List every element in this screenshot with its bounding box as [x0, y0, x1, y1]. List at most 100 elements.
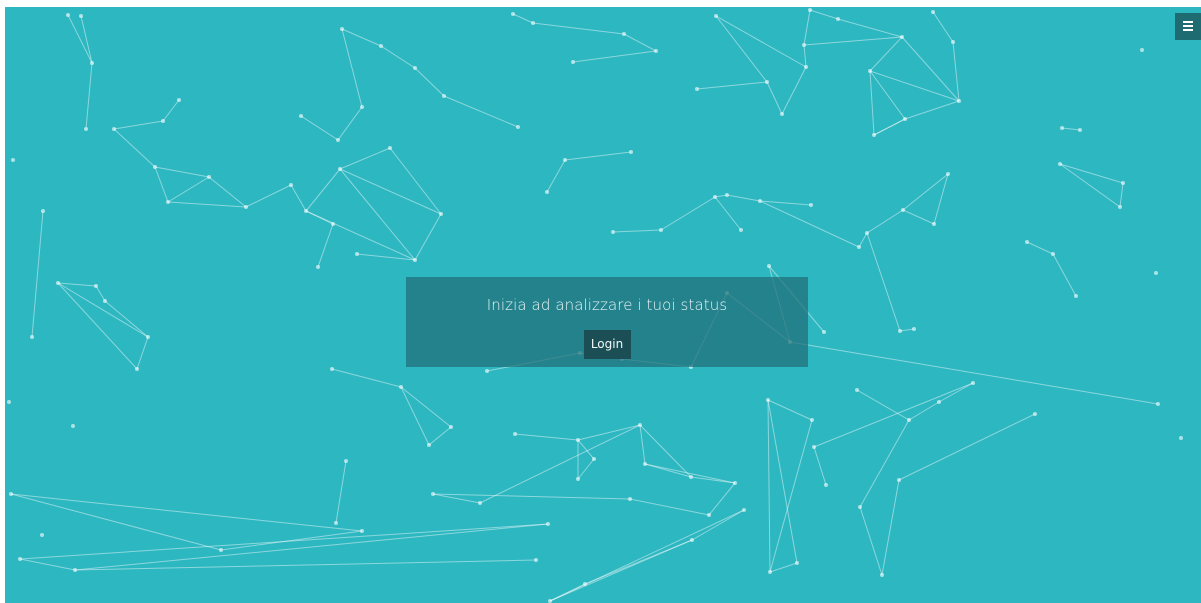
- particle-link: [639, 424, 692, 478]
- particle-link: [639, 424, 646, 465]
- particle-dot: [1078, 128, 1082, 132]
- particle-dot: [571, 60, 575, 64]
- particle-dot: [71, 424, 75, 428]
- particle-link: [113, 128, 156, 168]
- particle-link: [57, 282, 138, 370]
- login-panel: Inizia ad analizzare i tuoi status Login: [406, 277, 808, 367]
- particle-dot: [654, 49, 658, 53]
- particle-link: [767, 399, 771, 573]
- particle-link: [938, 382, 974, 403]
- particle-dot: [713, 195, 717, 199]
- particle-dot: [344, 459, 348, 463]
- particle-dot: [331, 222, 335, 226]
- particle-link: [1119, 182, 1124, 208]
- particle-dot: [546, 522, 550, 526]
- particle-link: [339, 168, 442, 215]
- menu-toggle-button[interactable]: [1175, 13, 1201, 40]
- particle-dot: [872, 133, 876, 137]
- particle-link: [660, 196, 716, 231]
- particle-link: [577, 439, 595, 460]
- particle-dot: [103, 299, 107, 303]
- particle-dot: [1033, 412, 1037, 416]
- particle-dot: [531, 21, 535, 25]
- particle-dot: [548, 599, 552, 603]
- particle-link: [136, 336, 149, 370]
- particle-link: [339, 168, 416, 261]
- particle-link: [577, 424, 641, 441]
- particle-link: [859, 419, 910, 508]
- particle-dot: [780, 112, 784, 116]
- particle-dot: [629, 150, 633, 154]
- particle-dot: [802, 43, 806, 47]
- particle-dot: [809, 203, 813, 207]
- particle-link: [612, 229, 662, 233]
- particle-link: [57, 282, 97, 287]
- particle-dot: [90, 61, 94, 65]
- particle-dot: [725, 193, 729, 197]
- particle-dot: [912, 327, 916, 331]
- particle-link: [400, 386, 452, 428]
- particle-link: [389, 147, 442, 215]
- particle-dot: [545, 190, 549, 194]
- particle-link: [715, 15, 768, 83]
- particle-link: [813, 446, 827, 486]
- particle-link: [514, 433, 579, 441]
- particle-link: [95, 285, 106, 302]
- particle-dot: [824, 483, 828, 487]
- particle-dot: [901, 208, 905, 212]
- particle-dot: [907, 418, 911, 422]
- particle-dot: [822, 330, 826, 334]
- particle-dot: [767, 264, 771, 268]
- particle-dot: [714, 14, 718, 18]
- particle-link: [414, 213, 442, 261]
- particle-link: [869, 70, 906, 120]
- particle-dot: [583, 582, 587, 586]
- particle-link: [154, 166, 169, 203]
- particle-dot: [592, 457, 596, 461]
- particle-dot: [388, 146, 392, 150]
- particle-link: [866, 232, 901, 332]
- particle-link: [356, 253, 416, 261]
- particle-dot: [413, 66, 417, 70]
- particle-link: [300, 115, 339, 141]
- particle-link: [432, 493, 631, 500]
- particle-link: [19, 558, 76, 571]
- particle-link: [759, 200, 860, 248]
- particle-link: [1059, 163, 1124, 184]
- particle-dot: [304, 209, 308, 213]
- particle-dot: [868, 69, 872, 73]
- particle-link: [644, 463, 736, 484]
- particle-link: [80, 15, 93, 64]
- page-background: Inizia ad analizzare i tuoi status Login: [5, 7, 1201, 603]
- particle-dot: [516, 125, 520, 129]
- login-button[interactable]: Login: [583, 330, 631, 359]
- particle-dot: [576, 477, 580, 481]
- particle-link: [339, 147, 391, 170]
- particle-dot: [9, 492, 13, 496]
- particle-link: [789, 341, 1159, 405]
- particle-link: [881, 479, 900, 576]
- particle-link: [10, 493, 222, 551]
- particle-dot: [413, 258, 417, 262]
- particle-dot: [135, 367, 139, 371]
- particle-link: [715, 15, 807, 68]
- particle-link: [414, 67, 445, 97]
- particle-dot: [804, 65, 808, 69]
- particle-link: [1026, 241, 1054, 255]
- particle-dot: [244, 205, 248, 209]
- particle-dot: [957, 99, 961, 103]
- particle-link: [85, 62, 93, 130]
- particle-dot: [449, 425, 453, 429]
- particle-link: [952, 41, 960, 102]
- particle-dot: [695, 87, 699, 91]
- particle-link: [572, 50, 657, 63]
- particle-dot: [880, 573, 884, 577]
- particle-dot: [166, 200, 170, 204]
- particle-link: [113, 120, 164, 130]
- particle-dot: [611, 230, 615, 234]
- particle-dot: [766, 398, 770, 402]
- particle-link: [933, 173, 949, 225]
- particle-dot: [41, 209, 45, 213]
- particle-link: [902, 173, 949, 211]
- particle-dot: [932, 222, 936, 226]
